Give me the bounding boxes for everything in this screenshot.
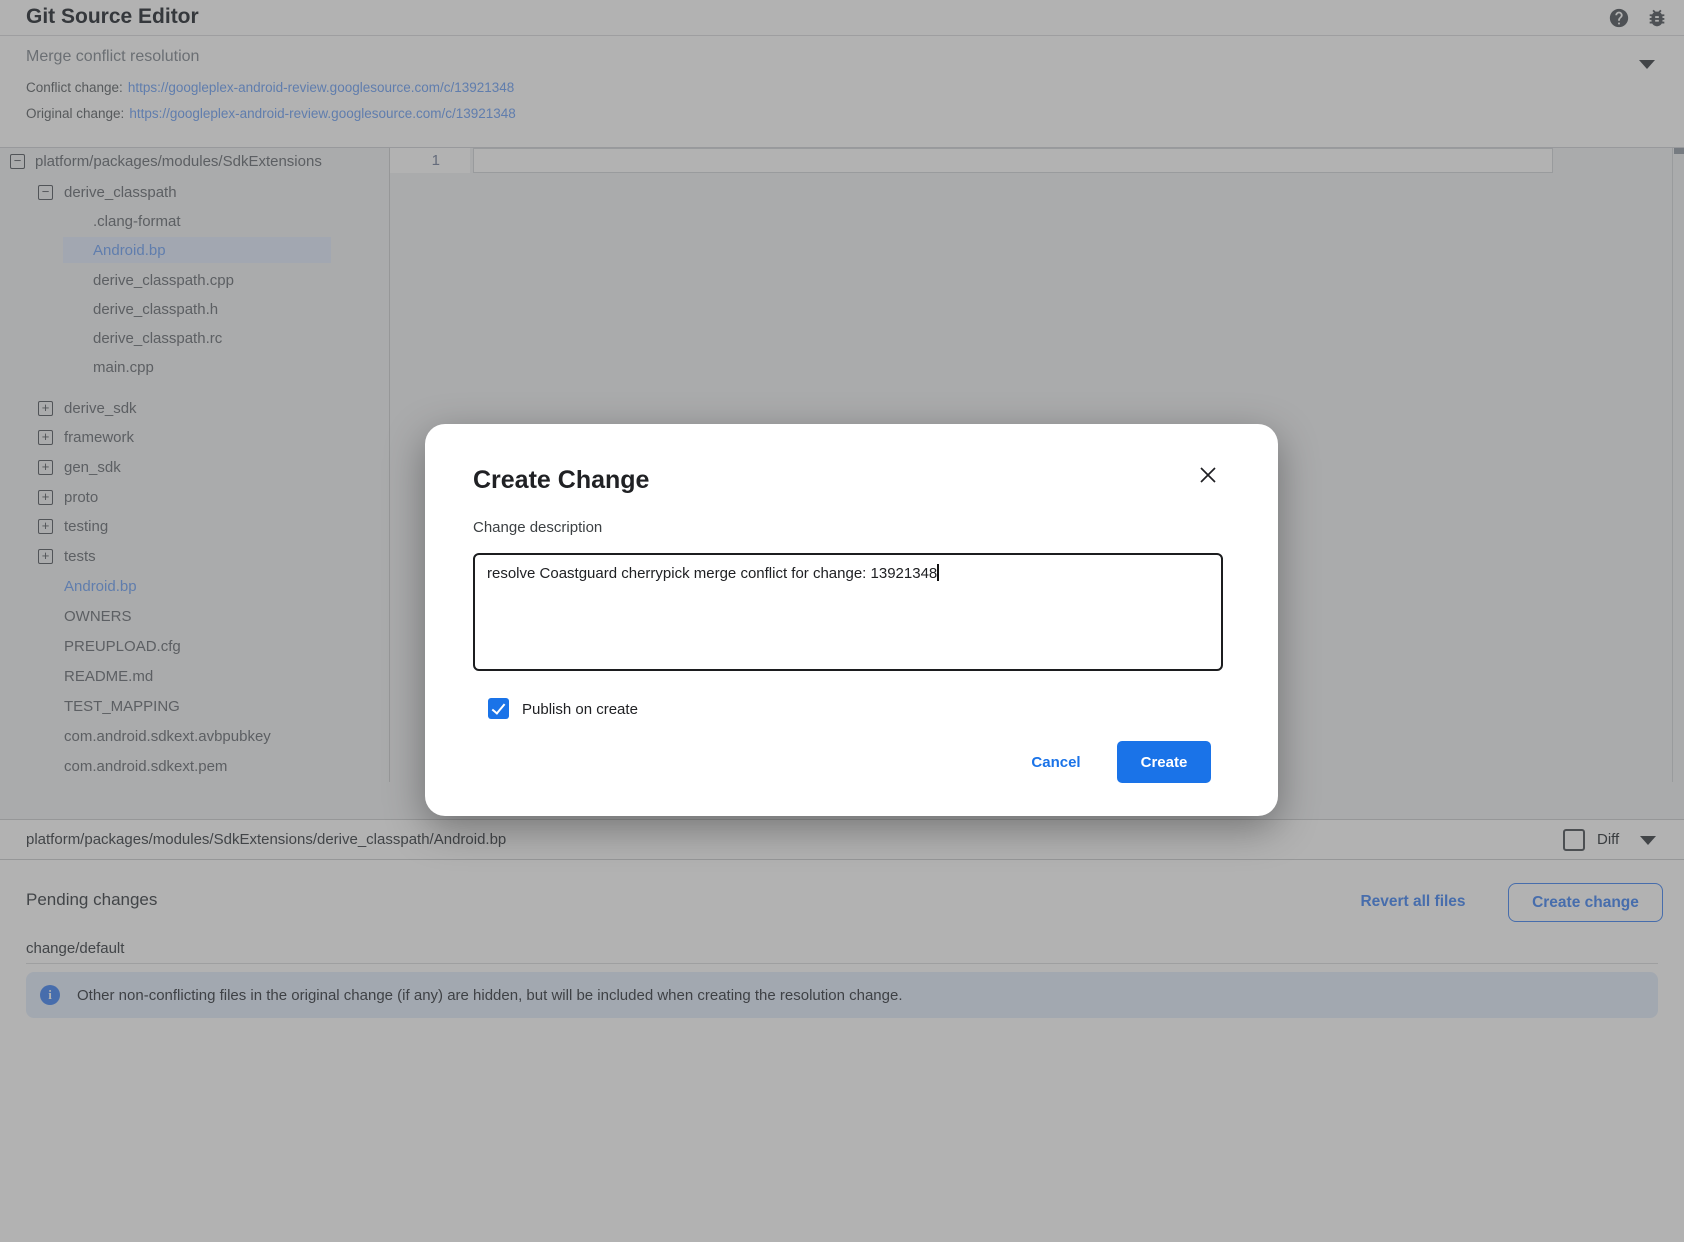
cancel-button[interactable]: Cancel <box>1021 751 1091 775</box>
create-change-dialog: Create Change Change description resolve… <box>425 424 1278 816</box>
app-window: Git Source Editor Merge conflict resolut… <box>0 0 1684 1242</box>
change-description-value: resolve Coastguard cherrypick merge conf… <box>487 565 937 582</box>
publish-on-create-checkbox[interactable] <box>488 698 509 719</box>
dialog-title: Create Change <box>473 466 649 495</box>
close-icon[interactable] <box>1195 462 1221 488</box>
publish-on-create-label: Publish on create <box>522 701 638 718</box>
create-button[interactable]: Create <box>1117 741 1211 783</box>
change-description-input[interactable]: resolve Coastguard cherrypick merge conf… <box>473 553 1223 671</box>
text-caret <box>937 564 939 581</box>
change-description-label: Change description <box>473 519 602 536</box>
